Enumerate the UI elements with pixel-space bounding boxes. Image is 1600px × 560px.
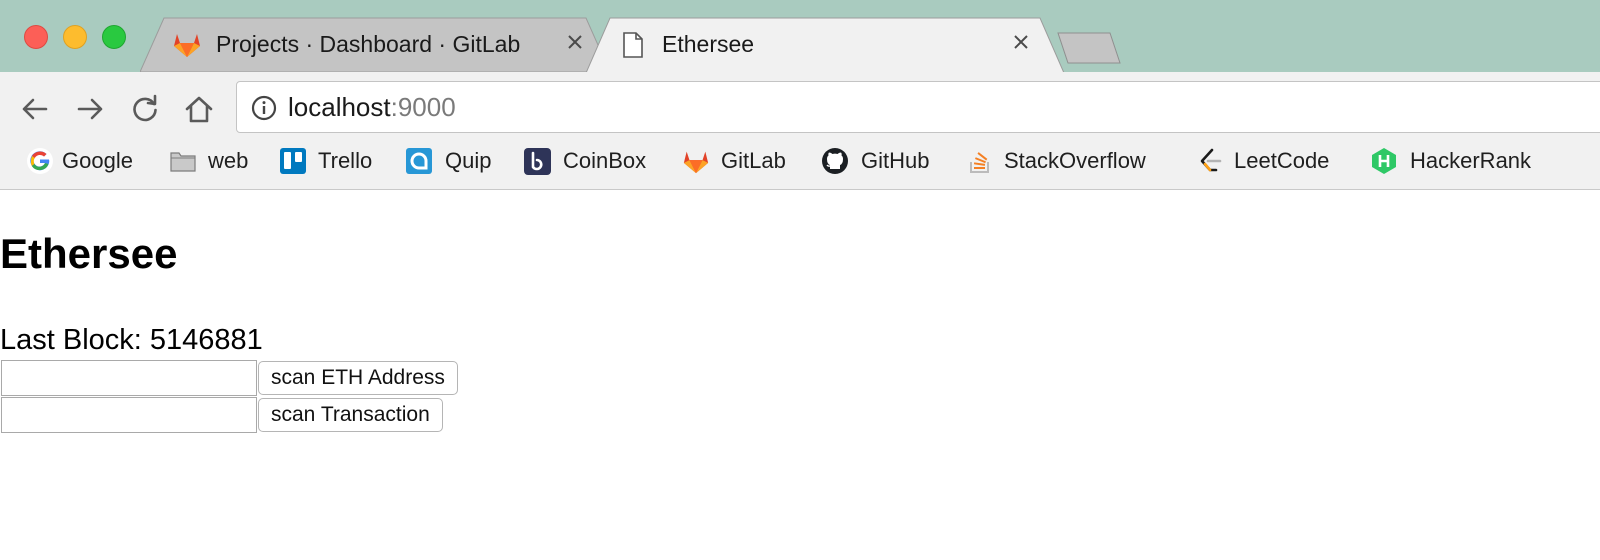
window-maximize-button[interactable] xyxy=(102,25,126,49)
hackerrank-icon xyxy=(1372,148,1396,174)
url-port: :9000 xyxy=(390,92,456,122)
page-icon xyxy=(623,32,643,58)
gitlab-icon xyxy=(174,34,200,57)
trello-icon xyxy=(280,148,306,174)
bookmarks-bar: Google web Trello Quip CoinBox GitLab Gi… xyxy=(0,142,1600,182)
window-close-button[interactable] xyxy=(24,25,48,49)
address-bar[interactable]: localhost:9000 xyxy=(236,81,1600,133)
back-icon[interactable] xyxy=(18,92,52,126)
info-icon[interactable] xyxy=(251,95,277,121)
bookmark-label: GitHub xyxy=(861,148,930,173)
bookmark-label: CoinBox xyxy=(563,148,647,173)
page-content: Ethersee Last Block: 5146881 scan ETH Ad… xyxy=(0,190,1600,560)
transaction-input[interactable] xyxy=(1,397,257,433)
bookmark-label: web xyxy=(208,148,249,173)
page-title: Ethersee xyxy=(0,230,178,277)
gitlab-icon xyxy=(683,151,709,174)
tab-title: Ethersee xyxy=(662,31,755,57)
google-icon xyxy=(27,148,53,174)
scan-transaction-button[interactable]: scan Transaction xyxy=(258,398,443,432)
scan-eth-address-button[interactable]: scan ETH Address xyxy=(258,361,458,395)
stackoverflow-icon xyxy=(970,152,989,173)
bookmark-label: StackOverflow xyxy=(1004,148,1146,173)
new-tab-button[interactable] xyxy=(1054,31,1124,65)
bookmark-label: Google xyxy=(62,148,133,173)
leetcode-icon xyxy=(1200,148,1222,172)
bookmark-label: Quip xyxy=(445,148,492,173)
tab-strip: Projects · Dashboard · GitLab Ethersee xyxy=(0,0,1600,73)
eth-address-input[interactable] xyxy=(1,360,257,396)
quip-icon xyxy=(406,148,432,174)
bookmark-label: HackerRank xyxy=(1410,148,1532,173)
tab-ethersee[interactable]: Ethersee xyxy=(586,17,1066,73)
reload-icon[interactable] xyxy=(128,92,162,126)
last-block-label: Last Block: 5146881 xyxy=(0,324,263,356)
github-icon xyxy=(822,148,848,174)
bookmark-label: Trello xyxy=(318,148,373,173)
home-icon[interactable] xyxy=(182,92,216,126)
bookmark-label: LeetCode xyxy=(1234,148,1330,173)
browser-toolbar: localhost:9000 Google web Trello Quip Co… xyxy=(0,72,1600,190)
close-icon[interactable] xyxy=(564,31,586,53)
tab-gitlab[interactable]: Projects · Dashboard · GitLab xyxy=(140,17,610,72)
folder-icon xyxy=(170,152,196,172)
url-host: localhost xyxy=(288,92,391,122)
bookmark-label: GitLab xyxy=(721,148,786,173)
close-icon[interactable] xyxy=(1010,31,1032,53)
coinbox-icon xyxy=(524,148,551,175)
url-text: localhost:9000 xyxy=(288,92,456,123)
window-minimize-button[interactable] xyxy=(63,25,87,49)
tab-title: Projects · Dashboard · GitLab xyxy=(216,31,521,57)
forward-icon[interactable] xyxy=(73,92,107,126)
